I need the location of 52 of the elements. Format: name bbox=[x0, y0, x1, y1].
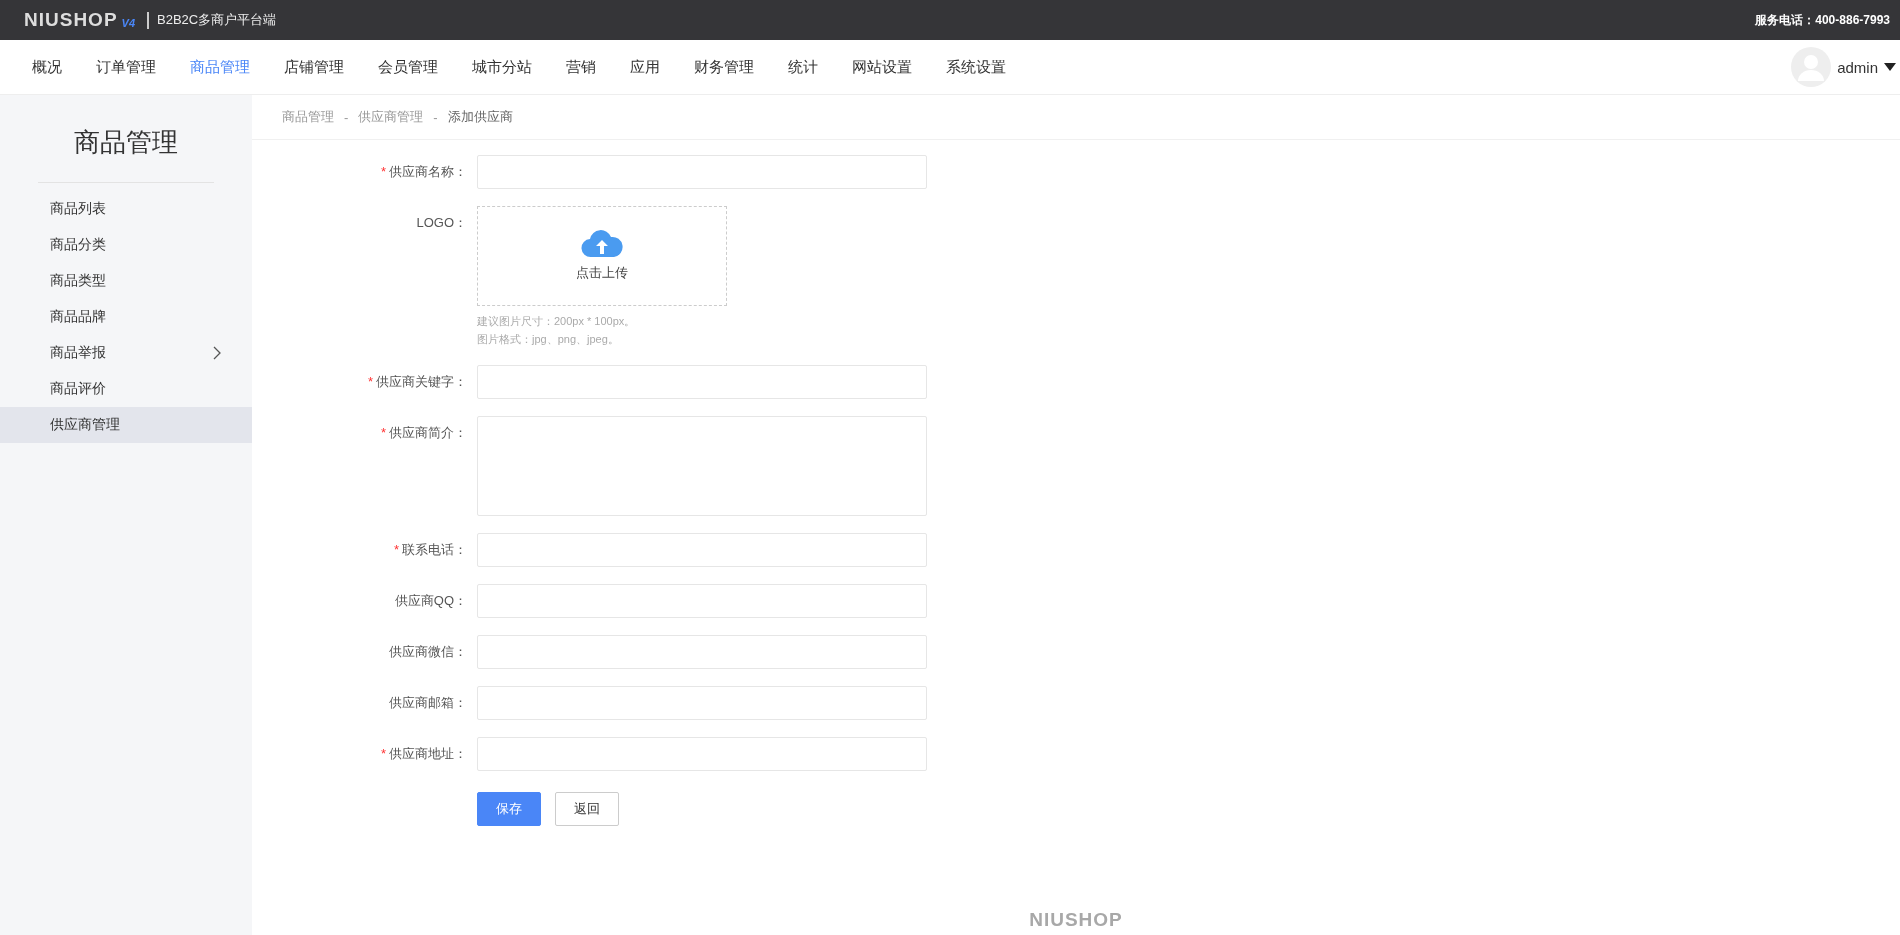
nav-tab[interactable]: 店铺管理 bbox=[267, 40, 361, 94]
sidebar-item[interactable]: 商品类型 bbox=[0, 263, 252, 299]
logo-version: V4 bbox=[121, 17, 136, 29]
nav-tab[interactable]: 商品管理 bbox=[173, 40, 267, 94]
cloud-upload-icon bbox=[581, 230, 623, 258]
sidebar-item[interactable]: 商品分类 bbox=[0, 227, 252, 263]
sidebar-item[interactable]: 商品品牌 bbox=[0, 299, 252, 335]
sidebar-item[interactable]: 商品评价 bbox=[0, 371, 252, 407]
platform-name: B2B2C多商户平台端 bbox=[157, 11, 277, 29]
text-input-field[interactable] bbox=[477, 584, 927, 618]
nav-tab[interactable]: 订单管理 bbox=[79, 40, 173, 94]
footer-logo: NIUSHOP bbox=[1029, 909, 1123, 930]
breadcrumb-separator: - bbox=[344, 109, 349, 125]
field-label: 供应商邮箱： bbox=[388, 694, 468, 712]
nav-tab[interactable]: 应用 bbox=[613, 40, 677, 94]
nav-tab[interactable]: 概况 bbox=[15, 40, 79, 94]
username[interactable]: admin bbox=[1837, 58, 1878, 76]
upload-area[interactable]: 点击上传 bbox=[477, 206, 727, 306]
textarea-field[interactable] bbox=[477, 416, 927, 516]
nav-tab[interactable]: 城市分站 bbox=[455, 40, 549, 94]
sidebar-item[interactable]: 商品举报 bbox=[0, 335, 252, 371]
back-button[interactable]: 返回 bbox=[555, 792, 619, 826]
nav-tab[interactable]: 会员管理 bbox=[361, 40, 455, 94]
field-label: * 供应商名称： bbox=[379, 163, 468, 181]
sidebar-title: 商品管理 bbox=[73, 126, 179, 159]
field-label: * 联系电话： bbox=[392, 541, 468, 559]
nav-tab[interactable]: 统计 bbox=[771, 40, 835, 94]
logo: NIUSHOP bbox=[24, 9, 118, 31]
service-hotline: 服务电话：400-886-7993 bbox=[1755, 11, 1890, 29]
caret-icon[interactable] bbox=[1884, 63, 1896, 71]
sidebar-item[interactable]: 供应商管理 bbox=[0, 407, 252, 443]
upload-hint: 图片格式：jpg、png、jpeg。 bbox=[477, 332, 620, 347]
field-label: 供应商微信： bbox=[388, 643, 468, 661]
text-input-field[interactable] bbox=[477, 155, 927, 189]
breadcrumb-item: 添加供应商 bbox=[447, 108, 513, 126]
upload-hint: 建议图片尺寸：200px * 100px。 bbox=[477, 314, 637, 329]
text-input-field[interactable] bbox=[477, 365, 927, 399]
field-label: 供应商QQ： bbox=[393, 592, 468, 610]
text-input-field[interactable] bbox=[477, 737, 927, 771]
sidebar-item[interactable]: 商品列表 bbox=[0, 191, 252, 227]
text-input-field[interactable] bbox=[477, 686, 927, 720]
field-label: LOGO： bbox=[415, 214, 468, 232]
nav-tab[interactable]: 网站设置 bbox=[835, 40, 929, 94]
breadcrumb-separator: - bbox=[433, 109, 438, 125]
nav-tab[interactable]: 营销 bbox=[549, 40, 613, 94]
field-label: * 供应商关键字： bbox=[366, 373, 468, 391]
field-label: * 供应商地址： bbox=[379, 745, 468, 763]
text-input-field[interactable] bbox=[477, 533, 927, 567]
nav-tab[interactable]: 系统设置 bbox=[929, 40, 1023, 94]
nav-tab[interactable]: 财务管理 bbox=[677, 40, 771, 94]
text-input-field[interactable] bbox=[477, 635, 927, 669]
field-label: * 供应商简介： bbox=[379, 424, 468, 442]
